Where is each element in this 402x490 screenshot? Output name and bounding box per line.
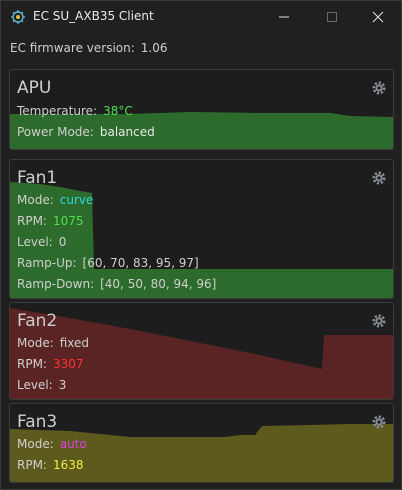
fan1-rampdown-row: Ramp-Down: [40, 50, 80, 94, 96] — [17, 277, 216, 291]
fan1-title: Fan1 — [17, 168, 58, 188]
fan1-panel: Fan1 Mode: curve RPM: 1075 Level: 0 Ramp-Up… — [9, 159, 394, 299]
level-label: Level: — [17, 235, 53, 249]
apu-title: APU — [17, 78, 52, 98]
fan1-level-row: Level: 0 — [17, 235, 66, 249]
fan2-rpm-row: RPM: 3307 — [17, 357, 84, 371]
title-bar[interactable]: EC SU_AXB35 Client — [1, 1, 401, 33]
fan2-title: Fan2 — [17, 311, 58, 331]
fan1-mode-row: Mode: curve — [17, 193, 93, 207]
mode-value: fixed — [59, 336, 90, 350]
apu-panel: APU Temperature: 38°C Power Mode: balanced — [9, 69, 394, 150]
minimize-icon — [279, 16, 289, 18]
fan2-graph-area — [10, 308, 393, 399]
mode-label: Mode: — [17, 193, 54, 207]
firmware-label: EC firmware version: — [10, 41, 135, 55]
fan2-rpm-graph — [10, 308, 393, 399]
rampup-value: [60, 70, 83, 95, 97] — [82, 256, 199, 270]
gear-icon[interactable] — [371, 80, 387, 96]
fan3-title: Fan3 — [17, 412, 58, 432]
fan1-rpm-row: RPM: 1075 — [17, 214, 84, 228]
firmware-version: EC firmware version: 1.06 — [10, 41, 174, 55]
fan1-rampup-row: Ramp-Up: [60, 70, 83, 95, 97] — [17, 256, 199, 270]
apu-power-mode-row: Power Mode: balanced — [17, 125, 155, 139]
power-mode-value: balanced — [99, 125, 155, 139]
window-title: EC SU_AXB35 Client — [33, 9, 154, 23]
fan3-mode-row: Mode: auto — [17, 437, 87, 451]
level-label: Level: — [17, 378, 53, 392]
level-value: 0 — [58, 235, 67, 249]
firmware-value: 1.06 — [140, 41, 168, 55]
rampdown-value: [40, 50, 80, 94, 96] — [100, 277, 217, 291]
rampdown-label: Ramp-Down: — [17, 277, 95, 291]
mode-value: curve — [59, 193, 94, 207]
minimize-button[interactable] — [261, 1, 307, 33]
fan2-level-row: Level: 3 — [17, 378, 66, 392]
mode-label: Mode: — [17, 437, 54, 451]
fan3-panel: Fan3 Mode: auto RPM: 1638 — [9, 403, 394, 483]
app-window: EC SU_AXB35 Client EC firmware version: 1… — [0, 0, 402, 490]
rpm-value: 1638 — [52, 458, 84, 472]
close-icon — [372, 11, 384, 23]
mode-value: auto — [59, 437, 87, 451]
level-value: 3 — [58, 378, 67, 392]
maximize-icon — [327, 12, 337, 22]
rpm-label: RPM: — [17, 214, 47, 228]
rpm-label: RPM: — [17, 458, 47, 472]
power-mode-label: Power Mode: — [17, 125, 94, 139]
rampup-label: Ramp-Up: — [17, 256, 77, 270]
rpm-value: 1075 — [52, 214, 84, 228]
gear-icon[interactable] — [371, 313, 387, 329]
fan2-mode-row: Mode: fixed — [17, 336, 89, 350]
mode-label: Mode: — [17, 336, 54, 350]
apu-temperature-row: Temperature: 38°C — [17, 104, 133, 118]
temperature-value: 38°C — [103, 104, 133, 118]
fan3-rpm-row: RPM: 1638 — [17, 458, 84, 472]
fan3-graph-area — [10, 424, 393, 482]
rpm-value: 3307 — [52, 357, 84, 371]
rpm-label: RPM: — [17, 357, 47, 371]
gear-icon[interactable] — [371, 170, 387, 186]
maximize-button[interactable] — [309, 1, 355, 33]
gear-icon[interactable] — [371, 414, 387, 430]
chip-icon — [11, 10, 25, 24]
fan2-panel: Fan2 Mode: fixed RPM: 3307 Level: 3 — [9, 302, 394, 400]
temperature-label: Temperature: — [17, 104, 98, 118]
close-button[interactable] — [355, 1, 401, 33]
